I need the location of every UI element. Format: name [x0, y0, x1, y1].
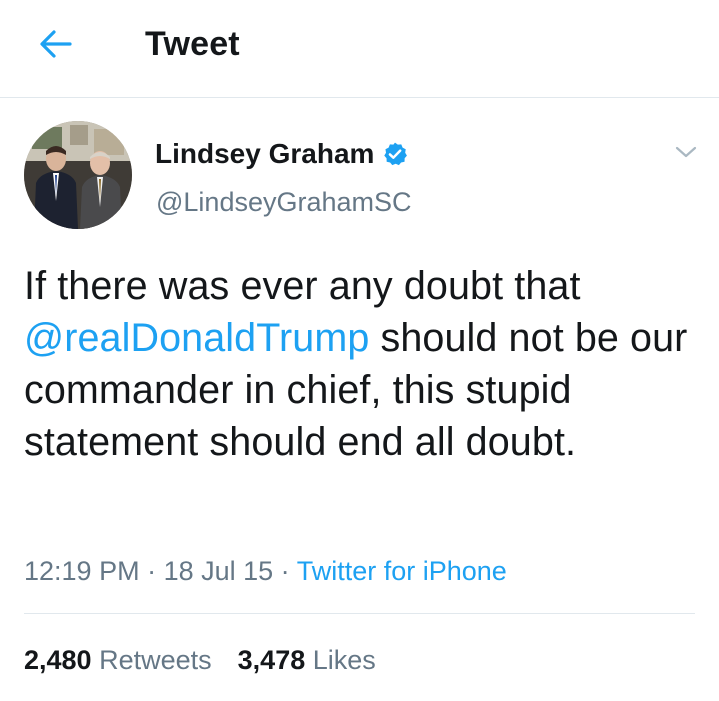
- author-handle[interactable]: @LindseyGrahamSC: [156, 186, 412, 218]
- retweets-count: 2,480: [24, 645, 92, 675]
- tweet-source-link[interactable]: Twitter for iPhone: [297, 556, 507, 586]
- tweet-stats: 2,480 Retweets 3,478 Likes: [24, 643, 376, 677]
- retweets-stat[interactable]: 2,480 Retweets: [24, 643, 212, 677]
- tweet-text-part: If there was ever any doubt that: [24, 264, 581, 308]
- likes-label: Likes: [312, 645, 376, 675]
- tweet-date: 18 Jul 15: [163, 556, 274, 586]
- arrow-left-icon: [40, 30, 72, 58]
- retweets-label: Retweets: [99, 645, 212, 675]
- tweet-time: 12:19 PM: [24, 556, 140, 586]
- divider: [24, 613, 695, 614]
- avatar[interactable]: [24, 121, 132, 229]
- verified-badge-icon: [384, 142, 408, 166]
- meta-separator: ·: [273, 556, 297, 586]
- tweet-options-button[interactable]: [666, 135, 706, 169]
- top-app-bar: Tweet: [0, 0, 719, 98]
- tweet-text: If there was ever any doubt that @realDo…: [24, 260, 704, 468]
- back-button[interactable]: [34, 22, 78, 66]
- page-title: Tweet: [145, 25, 240, 63]
- meta-separator: ·: [139, 556, 164, 586]
- tweet-detail-page: Tweet Lindsey Graham @LindseyGrahamSC If…: [0, 0, 719, 701]
- likes-stat[interactable]: 3,478 Likes: [238, 643, 376, 677]
- tweet-meta: 12:19 PM · 18 Jul 15 · Twitter for iPhon…: [24, 554, 507, 588]
- mention-link[interactable]: @realDonaldTrump: [24, 316, 369, 360]
- author-name-text: Lindsey Graham: [155, 138, 375, 169]
- likes-count: 3,478: [237, 645, 306, 675]
- profile-photo: [24, 121, 132, 229]
- chevron-down-icon: [675, 146, 697, 158]
- author-name[interactable]: Lindsey Graham: [155, 138, 408, 170]
